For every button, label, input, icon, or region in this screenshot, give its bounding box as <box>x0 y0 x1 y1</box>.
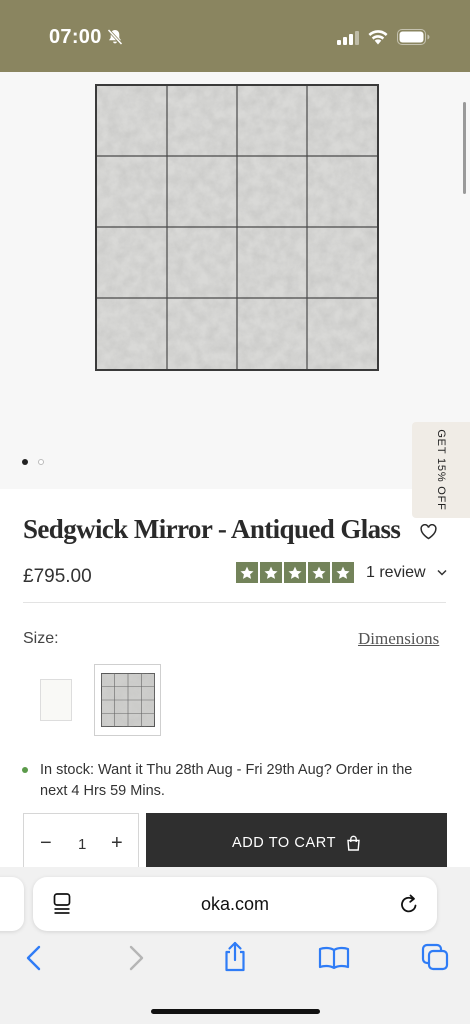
status-time: 07:00 <box>49 26 102 48</box>
star-icon <box>284 562 306 583</box>
antiqued-mirror-thumbnail <box>100 673 155 727</box>
status-bar: 07:00 <box>0 0 470 72</box>
bell-slash-icon <box>107 28 123 46</box>
url-text[interactable]: oka.com <box>33 894 437 915</box>
gallery-pagination[interactable] <box>22 459 44 465</box>
scroll-indicator <box>463 102 466 194</box>
browser-chrome: oka.com <box>0 867 470 1024</box>
signal-icon <box>337 31 359 45</box>
product-title: Sedgwick Mirror - Antiqued Glass <box>23 514 401 544</box>
discount-tab-label: GET 15% OFF <box>435 429 447 511</box>
reviews-link[interactable]: 1 review <box>366 564 426 582</box>
stock-status-dot <box>22 767 28 773</box>
forward-icon[interactable] <box>127 945 145 971</box>
divider <box>23 602 446 603</box>
home-indicator <box>151 1009 320 1014</box>
battery-icon <box>397 29 430 45</box>
star-icon <box>308 562 330 583</box>
star-icon <box>260 562 282 583</box>
mirror-product-image[interactable] <box>95 84 379 371</box>
previous-tab-preview[interactable] <box>0 877 24 931</box>
wifi-icon <box>368 30 388 45</box>
back-icon[interactable] <box>25 945 43 971</box>
shopping-bag-icon <box>347 835 360 851</box>
discount-tab[interactable]: GET 15% OFF <box>412 422 470 518</box>
plain-mirror-thumbnail <box>40 679 72 721</box>
add-to-cart-button[interactable]: ADD TO CART <box>146 813 447 867</box>
star-icon <box>332 562 354 583</box>
web-content[interactable]: GET 15% OFF Sedgwick Mirror - Antiqued G… <box>0 72 470 867</box>
pagination-dot[interactable] <box>38 459 44 465</box>
bookmarks-icon[interactable] <box>318 946 350 970</box>
share-icon[interactable] <box>221 941 249 973</box>
heart-icon[interactable] <box>420 524 437 540</box>
tabs-icon[interactable] <box>421 943 449 971</box>
address-bar[interactable]: oka.com <box>33 877 437 931</box>
decrease-quantity-button[interactable]: − <box>40 832 52 855</box>
quantity-value[interactable]: 1 <box>78 836 86 853</box>
pagination-dot-active[interactable] <box>22 459 28 465</box>
dimensions-link[interactable]: Dimensions <box>358 629 439 649</box>
add-to-cart-label: ADD TO CART <box>231 835 337 851</box>
chevron-down-icon[interactable] <box>437 569 447 576</box>
star-icon <box>236 562 258 583</box>
size-label: Size: <box>23 630 59 647</box>
product-gallery[interactable] <box>0 72 470 489</box>
product-price: £795.00 <box>23 566 92 587</box>
star-rating[interactable] <box>236 562 354 583</box>
quantity-stepper[interactable]: − 1 + <box>23 813 139 867</box>
size-option-plain[interactable] <box>28 665 84 735</box>
size-option-antiqued-selected[interactable] <box>94 664 161 736</box>
stock-message: In stock: Want it Thu 28th Aug - Fri 29t… <box>40 762 413 799</box>
increase-quantity-button[interactable]: + <box>111 832 123 855</box>
reload-icon[interactable] <box>399 893 419 915</box>
